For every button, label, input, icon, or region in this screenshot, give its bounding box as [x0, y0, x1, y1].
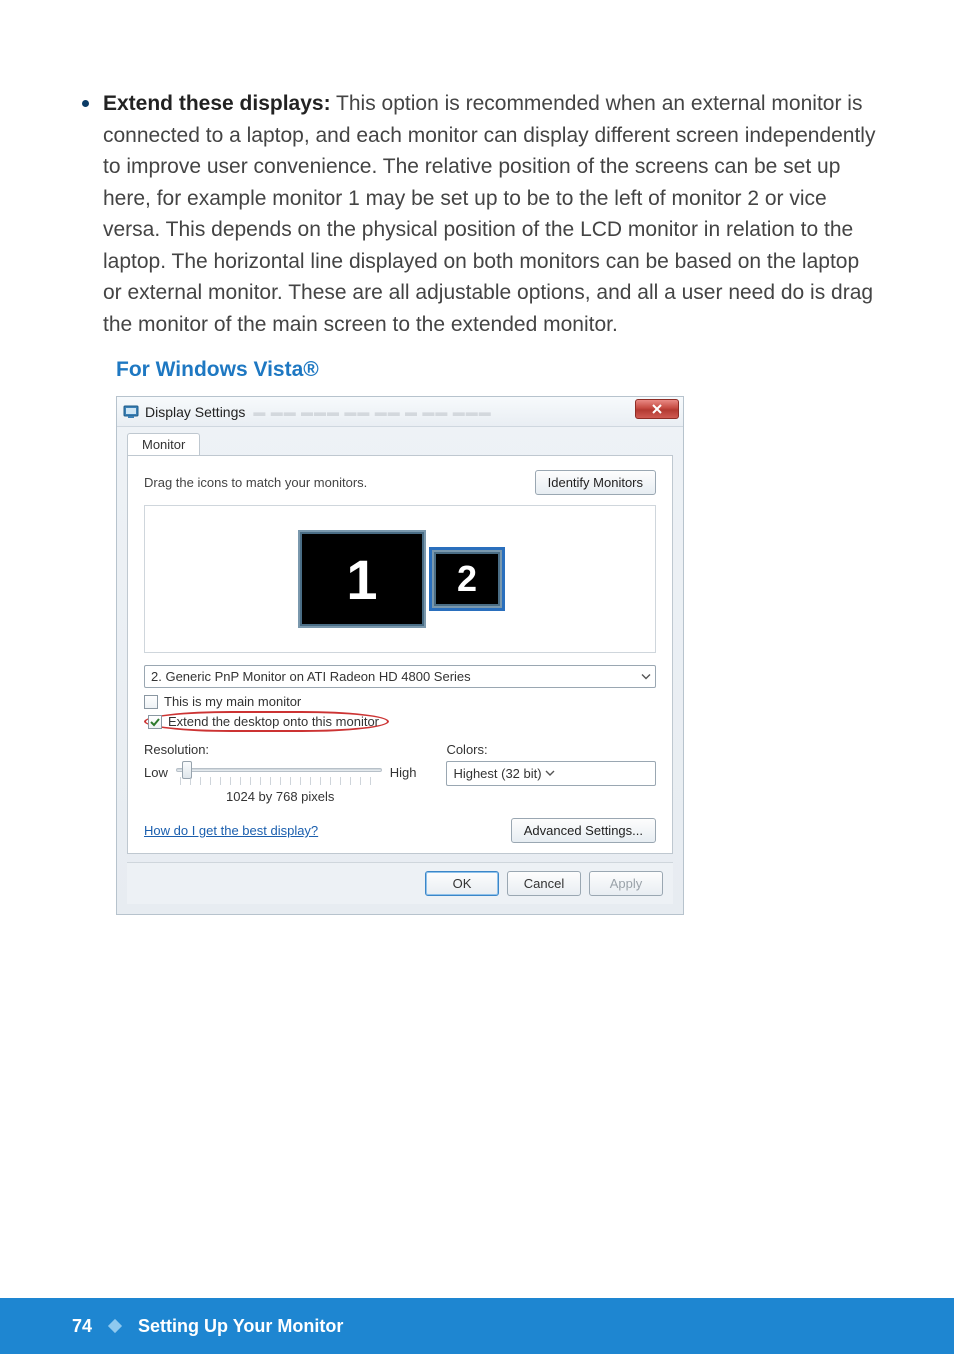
monitor-dropdown-value: 2. Generic PnP Monitor on ATI Radeon HD …: [151, 669, 471, 684]
advanced-settings-button[interactable]: Advanced Settings...: [511, 818, 656, 843]
slider-ticks: [180, 777, 378, 785]
colors-label: Colors:: [446, 742, 656, 757]
monitor-1-icon[interactable]: 1: [298, 530, 426, 628]
drag-hint: Drag the icons to match your monitors.: [144, 475, 367, 490]
window-title: Display Settings: [145, 404, 245, 420]
app-icon: [123, 404, 139, 420]
extend-checkbox[interactable]: [148, 715, 162, 729]
page-footer: 74 Setting Up Your Monitor: [0, 1298, 954, 1354]
main-monitor-checkbox-row[interactable]: This is my main monitor: [144, 694, 656, 709]
bullet-text: Extend these displays: This option is re…: [103, 88, 882, 340]
slider-track: [176, 768, 382, 772]
titlebar[interactable]: Display Settings ▬ ▬▬ ▬▬▬ ▬▬ ▬▬ ▬ ▬▬ ▬▬▬: [117, 397, 683, 427]
tabs-row: Monitor: [117, 427, 683, 455]
slider-low-label: Low: [144, 765, 168, 780]
ok-button[interactable]: OK: [425, 871, 499, 896]
checkbox-unchecked-icon[interactable]: [144, 695, 158, 709]
chevron-down-icon: [545, 766, 555, 781]
close-button[interactable]: [635, 399, 679, 419]
bullet-extend-displays: Extend these displays: This option is re…: [72, 88, 882, 340]
main-monitor-label: This is my main monitor: [164, 694, 301, 709]
monitor-2-number: 2: [457, 558, 477, 600]
diamond-icon: [108, 1319, 122, 1333]
check-icon: [150, 717, 160, 727]
cancel-button[interactable]: Cancel: [507, 871, 581, 896]
extend-checkbox-highlight: Extend the desktop onto this monitor: [144, 711, 389, 732]
resolution-value: 1024 by 768 pixels: [144, 789, 416, 804]
monitor-1-number: 1: [346, 547, 377, 612]
monitor-panel: Drag the icons to match your monitors. I…: [127, 455, 673, 854]
section-title: Setting Up Your Monitor: [138, 1316, 343, 1337]
titlebar-ghost-text: ▬ ▬▬ ▬▬▬ ▬▬ ▬▬ ▬ ▬▬ ▬▬▬: [253, 405, 491, 419]
slider-high-label: High: [390, 765, 417, 780]
colors-dropdown[interactable]: Highest (32 bit): [446, 761, 656, 786]
bullet-lead: Extend these displays:: [103, 92, 331, 115]
display-settings-window: Display Settings ▬ ▬▬ ▬▬▬ ▬▬ ▬▬ ▬ ▬▬ ▬▬▬…: [116, 396, 684, 915]
extend-label: Extend the desktop onto this monitor: [168, 714, 379, 729]
chevron-down-icon: [641, 669, 651, 684]
close-icon: [651, 403, 663, 415]
identify-monitors-button[interactable]: Identify Monitors: [535, 470, 656, 495]
monitor-dropdown[interactable]: 2. Generic PnP Monitor on ATI Radeon HD …: [144, 665, 656, 688]
best-display-help-link[interactable]: How do I get the best display?: [144, 823, 318, 838]
tab-monitor[interactable]: Monitor: [127, 433, 200, 455]
dialog-button-row: OK Cancel Apply: [127, 862, 673, 904]
monitor-arrangement-area[interactable]: 1 2: [144, 505, 656, 653]
bullet-body: This option is recommended when an exter…: [103, 92, 875, 336]
colors-value: Highest (32 bit): [453, 766, 541, 781]
resolution-label: Resolution:: [144, 742, 416, 757]
bullet-marker: [82, 100, 89, 107]
page-number: 74: [72, 1316, 92, 1337]
subheading-windows-vista: For Windows Vista®: [116, 358, 882, 382]
monitor-2-icon[interactable]: 2: [432, 550, 502, 608]
apply-button[interactable]: Apply: [589, 871, 663, 896]
resolution-slider[interactable]: [176, 761, 382, 783]
